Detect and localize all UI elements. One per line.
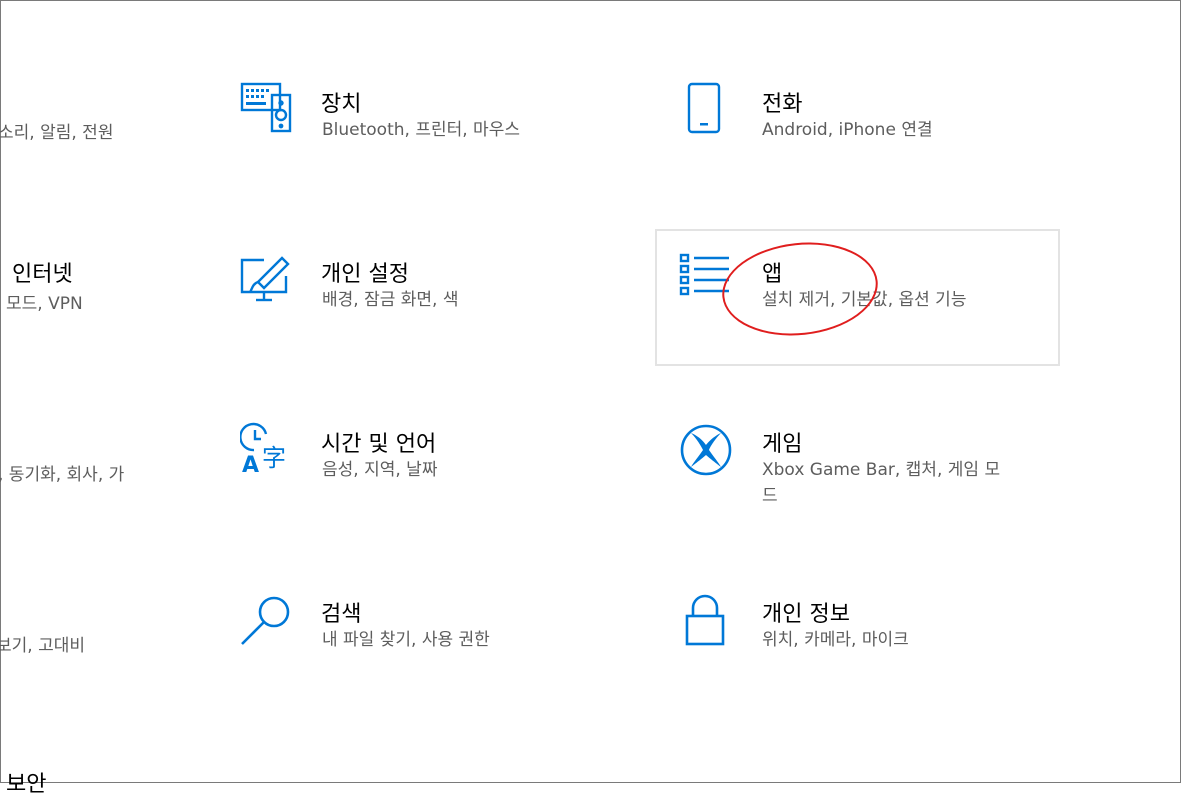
tile-search[interactable]: 검색 내 파일 찾기, 사용 권한 — [230, 580, 630, 700]
tile-phone[interactable]: 전화 Android, iPhone 연결 — [670, 70, 1070, 190]
tile-gaming[interactable]: 게임 Xbox Game Bar, 캡처, 게임 모 드 — [670, 410, 1070, 530]
tile-devices-title: 장치 — [321, 92, 362, 117]
tile-privacy-desc: 위치, 카메라, 마이크 — [762, 630, 909, 650]
partial-accounts-desc: , 동기화, 회사, 가 — [0, 465, 125, 485]
tile-privacy[interactable]: 개인 정보 위치, 카메라, 마이크 — [670, 580, 1070, 700]
partial-network-desc: 모드, VPN — [6, 294, 83, 314]
tile-time-language-title: 시간 및 언어 — [321, 432, 437, 457]
tile-search-title: 검색 — [321, 602, 362, 627]
partial-security-title[interactable]: 보안 — [6, 766, 46, 798]
paint-monitor-icon — [240, 256, 290, 302]
partial-network-title[interactable]: 인터넷 — [12, 256, 73, 288]
tile-time-language[interactable]: A 字 시간 및 언어 음성, 지역, 날짜 — [230, 410, 630, 530]
lock-icon — [685, 594, 725, 646]
clock-language-icon: A 字 — [240, 422, 286, 476]
keyboard-speaker-icon — [240, 82, 292, 133]
tile-gaming-desc-line2: 드 — [762, 486, 778, 506]
tile-devices[interactable]: 장치 Bluetooth, 프린터, 마우스 — [230, 70, 630, 190]
tile-gaming-title: 게임 — [762, 432, 803, 457]
tile-gaming-desc: Xbox Game Bar, 캡처, 게임 모 — [762, 460, 1001, 480]
xbox-icon — [680, 424, 732, 476]
svg-text:字: 字 — [262, 444, 286, 472]
tile-devices-desc: Bluetooth, 프린터, 마우스 — [322, 120, 520, 140]
tile-personalization-title: 개인 설정 — [321, 262, 409, 287]
svg-text:A: A — [242, 453, 259, 476]
partial-ease-desc: 보기, 고대비 — [0, 636, 86, 656]
tile-search-desc: 내 파일 찾기, 사용 권한 — [322, 630, 490, 650]
tile-privacy-title: 개인 정보 — [762, 602, 850, 627]
tile-personalization-desc: 배경, 잠금 화면, 색 — [322, 290, 459, 310]
search-icon — [241, 596, 290, 645]
partial-system-desc: 소리, 알림, 전원 — [0, 123, 114, 143]
tile-phone-title: 전화 — [762, 92, 803, 117]
tile-phone-desc: Android, iPhone 연결 — [762, 120, 933, 140]
tile-personalization[interactable]: 개인 설정 배경, 잠금 화면, 색 — [230, 240, 630, 360]
tile-time-language-desc: 음성, 지역, 날짜 — [322, 460, 438, 480]
phone-icon — [687, 82, 721, 134]
